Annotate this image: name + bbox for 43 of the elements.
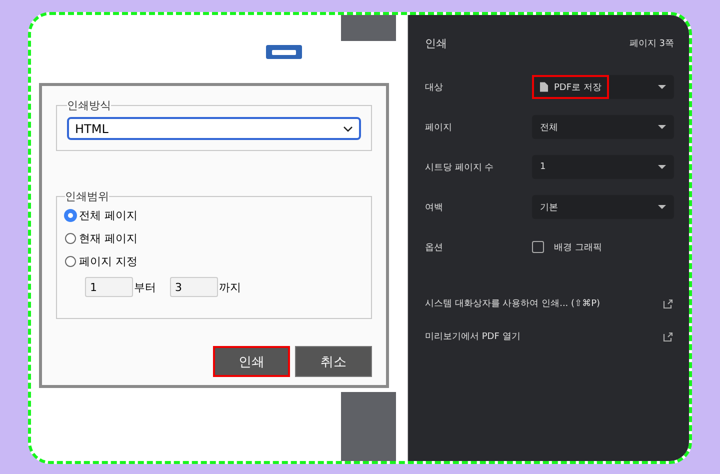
from-label: 부터 <box>134 280 156 294</box>
select-value: 전체 <box>539 122 559 134</box>
setting-label: 여백 <box>425 202 444 214</box>
select-value: PDF로 저장 <box>532 75 610 99</box>
group-legend: 인쇄방식 <box>67 98 111 113</box>
setting-label: 시트당 페이지 수 <box>425 162 495 174</box>
radio-button[interactable] <box>65 233 76 244</box>
dropdown-arrow-icon <box>658 125 666 129</box>
print-button[interactable]: 인쇄 <box>213 346 290 377</box>
select-value: 1 <box>539 161 547 174</box>
panel-link[interactable]: 시스템 대화상자를 사용하여 인쇄... (⇧⌘P) <box>425 287 673 320</box>
dropdown-arrow-icon <box>658 165 666 169</box>
cancel-button[interactable]: 취소 <box>295 346 372 377</box>
from-page-field[interactable]: 1 <box>85 277 133 297</box>
external-link-icon <box>663 332 673 342</box>
setting-label: 옵션 <box>425 242 444 254</box>
panel-link[interactable]: 미리보기에서 PDF 열기 <box>425 320 673 353</box>
radio-label: 현재 페이지 <box>79 231 138 246</box>
print-method-select[interactable]: HTML <box>67 117 361 140</box>
dropdown-arrow-icon <box>658 85 666 89</box>
external-link-icon <box>663 298 673 308</box>
setting-select[interactable]: 기본 <box>532 195 674 219</box>
setting-select[interactable]: 전체 <box>532 115 674 139</box>
checkbox[interactable] <box>532 241 544 253</box>
radio-button[interactable] <box>65 256 76 267</box>
to-page-field[interactable]: 3 <box>170 277 218 297</box>
printer-icon <box>266 45 302 59</box>
setting-select[interactable]: PDF로 저장 <box>532 75 674 99</box>
radio-label: 페이지 지정 <box>79 254 138 269</box>
chevron-icon <box>343 126 353 132</box>
setting-select[interactable]: 1 <box>532 155 674 179</box>
group-legend: 인쇄범위 <box>65 189 109 204</box>
page-count: 페이지 3쪽 <box>629 38 674 50</box>
dropdown-arrow-icon <box>658 205 666 209</box>
select-value: 기본 <box>539 202 559 214</box>
radio-button[interactable] <box>65 210 76 221</box>
radio-label: 전체 페이지 <box>79 208 138 223</box>
checkbox-label: 배경 그래픽 <box>554 242 602 254</box>
file-icon <box>540 82 548 92</box>
setting-label: 대상 <box>425 82 444 94</box>
panel-title: 인쇄 <box>425 36 447 50</box>
setting-label: 페이지 <box>425 122 453 134</box>
to-label: 까지 <box>219 280 241 294</box>
